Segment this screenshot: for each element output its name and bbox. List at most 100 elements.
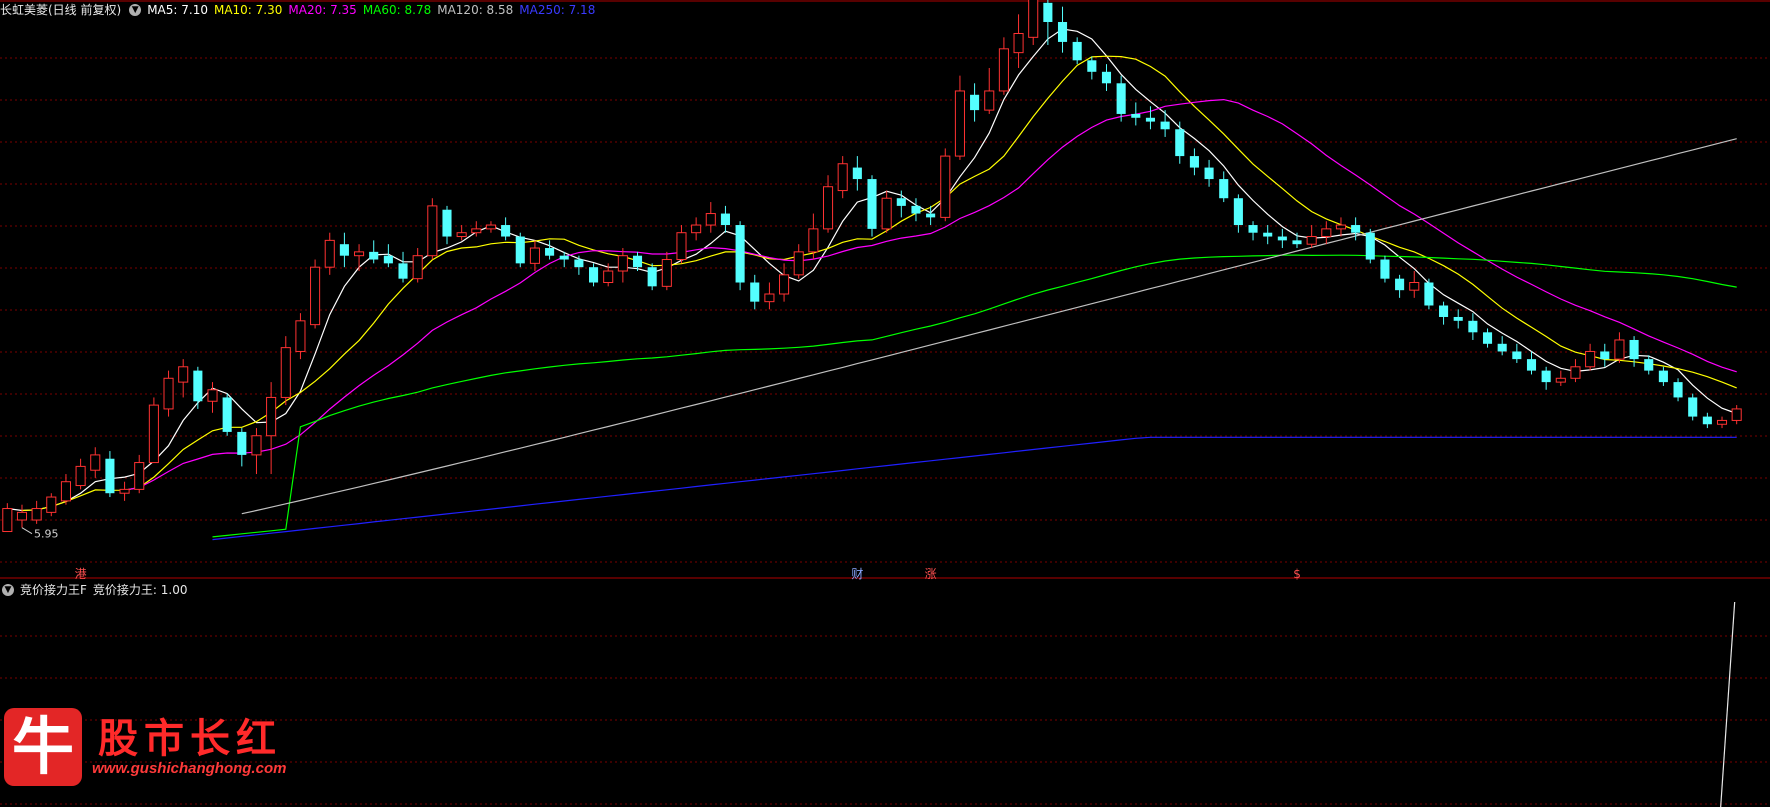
candle[interactable]	[1292, 232, 1302, 249]
candle[interactable]	[354, 244, 365, 272]
candle[interactable]	[222, 393, 232, 436]
candle[interactable]	[295, 313, 306, 360]
candle[interactable]	[178, 359, 189, 398]
candle[interactable]	[1541, 366, 1551, 390]
candlesticks[interactable]	[2, 0, 1742, 533]
candle[interactable]	[676, 225, 687, 264]
candle[interactable]	[1057, 6, 1068, 53]
candle[interactable]	[779, 263, 790, 302]
candle[interactable]	[442, 205, 452, 245]
candle[interactable]	[1395, 274, 1405, 298]
candle[interactable]	[324, 232, 335, 275]
candle[interactable]	[1248, 221, 1258, 241]
candle[interactable]	[984, 67, 995, 114]
candle[interactable]	[545, 240, 555, 260]
candle[interactable]	[1306, 225, 1317, 249]
candle[interactable]	[163, 370, 174, 417]
candle[interactable]	[398, 251, 408, 283]
candle[interactable]	[1013, 14, 1024, 68]
candle[interactable]	[501, 217, 511, 241]
candle[interactable]	[1380, 255, 1390, 283]
candle[interactable]	[1087, 56, 1097, 80]
candle[interactable]	[1658, 366, 1668, 386]
candle[interactable]	[1731, 405, 1742, 425]
chevron-down-icon[interactable]: ▼	[129, 4, 142, 16]
candle[interactable]	[647, 263, 657, 291]
candle[interactable]	[310, 259, 321, 329]
candle[interactable]	[1189, 148, 1199, 176]
candle[interactable]	[1116, 75, 1126, 122]
candle[interactable]	[369, 240, 379, 264]
candle[interactable]	[515, 232, 525, 268]
candle[interactable]	[1204, 159, 1214, 187]
candle[interactable]	[31, 500, 42, 524]
candle[interactable]	[427, 198, 438, 260]
candle[interactable]	[456, 225, 467, 241]
candle[interactable]	[148, 397, 159, 464]
candle[interactable]	[881, 190, 892, 233]
candle[interactable]	[383, 244, 393, 268]
chevron-down-icon[interactable]: ▼	[2, 584, 14, 596]
candle[interactable]	[1028, 0, 1039, 45]
candle[interactable]	[60, 474, 71, 505]
candle[interactable]	[691, 217, 702, 241]
candle[interactable]	[1160, 110, 1170, 137]
candle[interactable]	[954, 75, 965, 160]
candle[interactable]	[852, 156, 862, 191]
candle[interactable]	[1321, 221, 1332, 245]
candle[interactable]	[617, 248, 628, 283]
candle[interactable]	[998, 37, 1009, 95]
candle[interactable]	[1439, 301, 1449, 325]
candle[interactable]	[1614, 332, 1625, 363]
candle[interactable]	[134, 454, 145, 494]
candle[interactable]	[574, 255, 584, 275]
candle[interactable]	[339, 232, 349, 268]
candle[interactable]	[266, 382, 277, 475]
candle[interactable]	[119, 481, 130, 501]
candle[interactable]	[1644, 355, 1654, 375]
candle[interactable]	[16, 504, 28, 528]
candle[interactable]	[1277, 228, 1287, 249]
candle[interactable]	[1263, 225, 1273, 245]
candle[interactable]	[1673, 378, 1683, 402]
candle[interactable]	[1702, 412, 1712, 429]
candle[interactable]	[1526, 351, 1537, 375]
candle[interactable]	[1600, 343, 1610, 367]
candle[interactable]	[280, 336, 291, 406]
candle[interactable]	[1716, 416, 1728, 429]
candle[interactable]	[837, 156, 848, 199]
candle[interactable]	[1233, 194, 1243, 233]
candle[interactable]	[1043, 0, 1053, 45]
candle[interactable]	[1365, 228, 1375, 264]
candle[interactable]	[1482, 328, 1493, 348]
candle[interactable]	[1570, 359, 1581, 383]
candle[interactable]	[1101, 64, 1112, 91]
candle[interactable]	[1072, 37, 1082, 65]
candle[interactable]	[1219, 171, 1229, 203]
candle[interactable]	[251, 428, 262, 475]
candle[interactable]	[750, 274, 760, 310]
candle[interactable]	[705, 202, 716, 233]
candle[interactable]	[412, 248, 423, 283]
candle[interactable]	[105, 451, 115, 498]
candle[interactable]	[2, 503, 13, 533]
candle[interactable]	[735, 221, 745, 291]
candle[interactable]	[529, 240, 540, 272]
candle[interactable]	[485, 221, 497, 233]
candle[interactable]	[90, 447, 101, 478]
candle[interactable]	[1409, 271, 1420, 298]
candle[interactable]	[1175, 121, 1185, 164]
candle[interactable]	[1555, 370, 1566, 386]
candle[interactable]	[237, 428, 247, 467]
candle[interactable]	[1424, 278, 1434, 310]
candle[interactable]	[911, 198, 921, 222]
candle[interactable]	[193, 366, 203, 409]
candle[interactable]	[1688, 393, 1698, 421]
candle[interactable]	[793, 244, 804, 279]
candle[interactable]	[661, 251, 672, 291]
candle[interactable]	[75, 458, 86, 490]
candle[interactable]	[940, 148, 951, 222]
candle[interactable]	[207, 382, 218, 413]
candle[interactable]	[1585, 343, 1596, 371]
candle[interactable]	[1453, 309, 1463, 329]
